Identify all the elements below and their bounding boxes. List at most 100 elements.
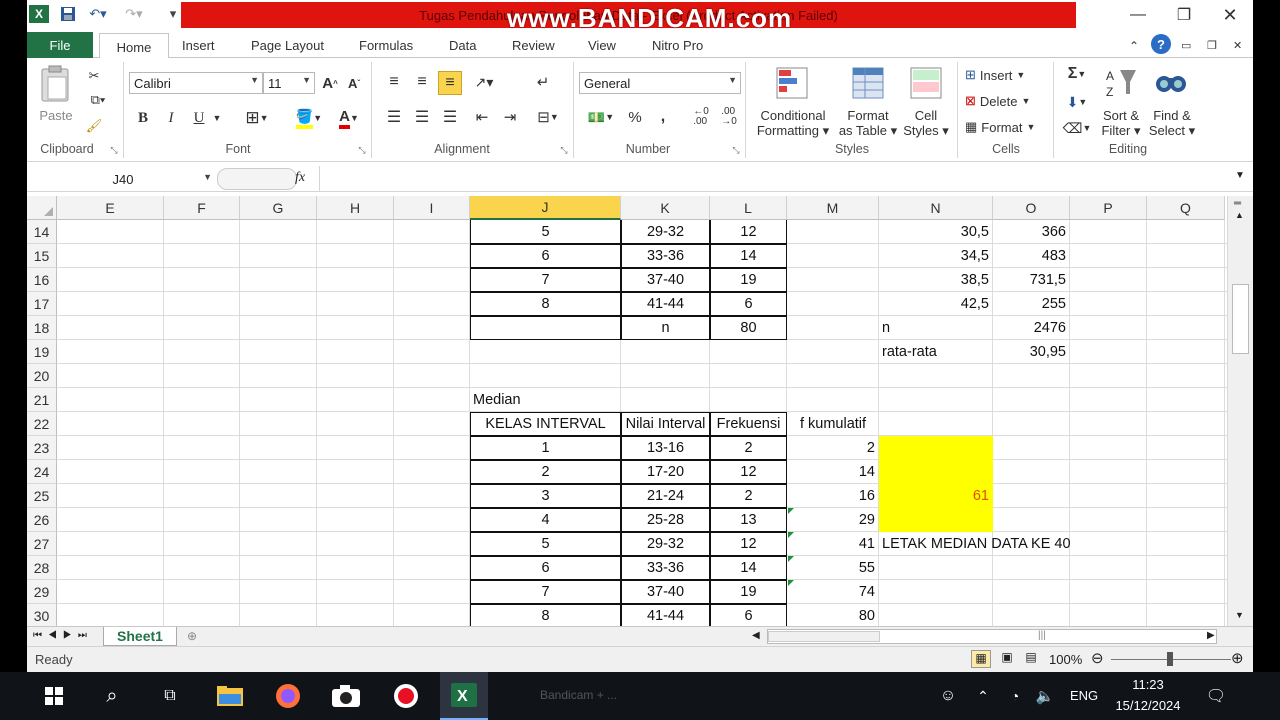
workbook-minimize-icon[interactable]: ▭ (1181, 33, 1191, 58)
highlight-value-cell[interactable]: 61 (879, 484, 993, 508)
restore-icon[interactable]: ❐ (1161, 0, 1207, 30)
tab-home[interactable]: Home (99, 33, 169, 60)
task-view-icon[interactable]: ⧉ (146, 672, 194, 720)
decrease-decimal-icon[interactable]: .00 →0 (717, 106, 741, 128)
underline-button[interactable]: U (187, 106, 211, 130)
sort-filter-icon[interactable]: AZ (1103, 64, 1139, 102)
mean-value-cell[interactable]: 30,95 (993, 340, 1070, 364)
font-size-combo[interactable]: 11 ▼ (263, 72, 315, 94)
sheet-tab-sheet1[interactable]: Sheet1 (103, 627, 177, 646)
f-kumulatif-header[interactable]: f kumulatif (787, 412, 879, 436)
borders-icon[interactable]: ⊞ ▼ (239, 106, 275, 130)
table-cell[interactable]: 366 (993, 220, 1070, 244)
horizontal-scrollbar[interactable]: ||| (767, 629, 1217, 644)
row-header-19[interactable]: 19 (27, 340, 57, 364)
table-cell[interactable]: 29-32 (621, 220, 710, 244)
font-color-icon[interactable]: A ▼ (331, 106, 367, 130)
column-header-q[interactable]: Q (1147, 196, 1225, 220)
row-header-29[interactable]: 29 (27, 580, 57, 604)
workbook-restore-icon[interactable]: ❐ (1207, 33, 1217, 58)
formula-input[interactable] (325, 170, 1225, 188)
table-cell[interactable]: 8 (470, 292, 621, 316)
row-header-18[interactable]: 18 (27, 316, 57, 340)
table-cell[interactable]: 16 (787, 484, 879, 508)
find-select-button[interactable]: Find & Select ▾ (1145, 108, 1199, 138)
table-cell[interactable]: 2 (470, 460, 621, 484)
paste-button[interactable]: Paste (35, 108, 77, 123)
windows-start-icon[interactable] (30, 672, 78, 720)
fill-icon[interactable]: ⬇ ▼ (1061, 92, 1093, 112)
wrap-text-icon[interactable]: ↵ (531, 72, 555, 92)
table-cell[interactable]: 33-36 (621, 556, 710, 580)
table-cell[interactable]: 12 (710, 532, 787, 556)
formula-bar-splitter[interactable] (217, 168, 297, 190)
row-header-21[interactable]: 21 (27, 388, 57, 412)
ribbon-collapse-icon[interactable]: ⌃ (1129, 33, 1139, 58)
n-value-cell[interactable]: 80 (710, 316, 787, 340)
name-box[interactable]: J40 ▼ (31, 167, 215, 191)
tab-review[interactable]: Review (512, 33, 555, 58)
nilai-interval-header[interactable]: Nilai Interval (621, 412, 710, 436)
align-middle-icon[interactable]: ≡ (411, 72, 433, 92)
align-center-icon[interactable]: ☰ (411, 106, 433, 128)
increase-decimal-icon[interactable]: ←0.00 (689, 106, 713, 128)
table-cell[interactable]: 2 (710, 436, 787, 460)
percent-button[interactable]: % (623, 106, 647, 128)
table-cell[interactable]: 19 (710, 268, 787, 292)
column-header-e[interactable]: E (57, 196, 164, 220)
table-cell[interactable]: 4 (470, 508, 621, 532)
table-cell[interactable]: 29-32 (621, 532, 710, 556)
excel-taskbar-icon[interactable]: X (440, 672, 488, 720)
table-cell[interactable]: 6 (470, 244, 621, 268)
grow-font-icon[interactable]: A ^ (319, 72, 341, 94)
table-cell[interactable]: 17-20 (621, 460, 710, 484)
table-cell[interactable]: 41-44 (621, 292, 710, 316)
sheet-nav-icon[interactable]: ⏮◀▶⏭ (33, 630, 93, 641)
table-cell[interactable]: 14 (787, 460, 879, 484)
table-cell[interactable]: 33-36 (621, 244, 710, 268)
conditional-formatting-button[interactable]: Conditional Formatting ▾ (751, 108, 835, 138)
row-header-17[interactable]: 17 (27, 292, 57, 316)
font-name-combo[interactable]: Calibri ▼ (129, 72, 263, 94)
align-left-icon[interactable]: ☰ (383, 106, 405, 128)
zoom-in-icon[interactable]: ⊕ (1231, 649, 1244, 667)
sum-fx-cell[interactable]: 2476 (993, 316, 1070, 340)
column-header-g[interactable]: G (240, 196, 317, 220)
help-icon[interactable]: ? (1151, 34, 1171, 54)
table-cell[interactable]: 30,5 (879, 220, 993, 244)
table-cell[interactable]: 55 (787, 556, 879, 580)
notifications-icon[interactable]: 🗨 (1192, 672, 1240, 720)
row-header-24[interactable]: 24 (27, 460, 57, 484)
table-cell[interactable]: 7 (470, 268, 621, 292)
people-icon[interactable]: ☺ (924, 672, 972, 720)
align-top-icon[interactable]: ≡ (383, 72, 405, 92)
table-cell[interactable]: 731,5 (993, 268, 1070, 292)
column-header-n[interactable]: N (879, 196, 993, 220)
decrease-indent-icon[interactable]: ⇤ (471, 106, 493, 128)
sort-filter-button[interactable]: Sort & Filter ▾ (1095, 108, 1147, 138)
median-note-cell[interactable]: LETAK MEDIAN DATA KE 40 (879, 532, 1139, 556)
table-cell[interactable] (470, 316, 621, 340)
format-cells-button[interactable]: ▦ Format ▼ (965, 118, 1049, 136)
table-cell[interactable]: 6 (710, 292, 787, 316)
table-cell[interactable]: 14 (710, 556, 787, 580)
row-header-28[interactable]: 28 (27, 556, 57, 580)
conditional-formatting-icon[interactable] (773, 64, 811, 102)
mean-label-cell[interactable]: rata-rata (879, 340, 991, 364)
alignment-launcher-icon[interactable]: ⤡ (559, 144, 569, 156)
table-cell[interactable]: 25-28 (621, 508, 710, 532)
file-explorer-icon[interactable] (206, 672, 254, 720)
paste-icon[interactable] (35, 64, 75, 104)
insert-function-button[interactable]: fx (295, 170, 305, 186)
table-cell[interactable]: 38,5 (879, 268, 993, 292)
volume-icon[interactable]: 🔈 (1030, 672, 1060, 720)
format-painter-icon[interactable]: 🖌 (83, 116, 105, 136)
table-cell[interactable]: 41 (787, 532, 879, 556)
vertical-scrollbar[interactable]: ═ ▲ ▼ (1227, 196, 1253, 626)
row-header-14[interactable]: 14 (27, 220, 57, 244)
cut-icon[interactable]: ✂ (83, 66, 105, 86)
customize-qat-icon[interactable]: ▾ (167, 4, 179, 24)
table-cell[interactable]: 37-40 (621, 580, 710, 604)
new-sheet-icon[interactable]: ⊕ (187, 629, 197, 643)
clock-time[interactable]: 11:23 (1112, 677, 1184, 692)
